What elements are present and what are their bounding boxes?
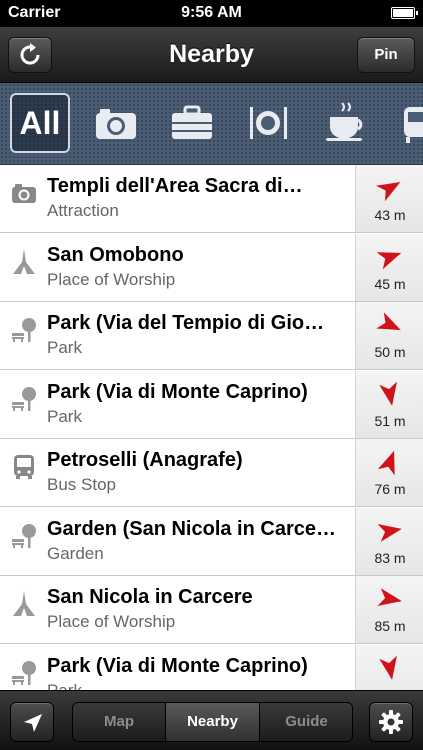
coffee-cup-icon — [326, 102, 363, 141]
place-title: Templi dell'Area Sacra di… — [47, 175, 303, 197]
list-item[interactable]: Park (Via di Monte Caprino) Park — [0, 644, 423, 691]
gear-icon — [379, 710, 403, 734]
distance-label: 50 m — [374, 344, 406, 360]
distance-label: 76 m — [374, 481, 406, 497]
direction-arrow-icon — [377, 450, 395, 476]
settings-button[interactable] — [369, 702, 413, 742]
bottom-toolbar: Map Nearby Guide — [0, 690, 423, 750]
battery-icon — [391, 7, 418, 19]
place-title: Garden (San Nicola in Carce… — [47, 517, 336, 540]
place-title: San Omobono — [47, 243, 184, 266]
place-category: Attraction — [47, 201, 119, 220]
distance-cell: 50 m — [355, 302, 423, 369]
place-category: Park — [47, 338, 82, 357]
camera-icon — [10, 179, 38, 207]
category-accommodation-button[interactable] — [162, 93, 222, 153]
distance-label: 83 m — [374, 549, 406, 566]
place-title: Petroselli (Anagrafe) — [47, 449, 243, 471]
category-filter-bar: All — [0, 83, 423, 165]
direction-arrow-icon — [376, 312, 401, 331]
place-category: Garden — [47, 543, 104, 563]
list-item[interactable]: Park (Via di Monte Caprino) Park 51 m — [0, 370, 423, 439]
navigation-bar: Nearby Pin — [0, 27, 423, 83]
distance-label: 43 m — [374, 207, 406, 223]
current-location-button[interactable] — [10, 702, 54, 742]
distance-label: 51 m — [374, 412, 406, 429]
tab-map[interactable]: Map — [73, 703, 166, 741]
direction-arrow-icon — [376, 251, 402, 269]
park-bench-tree-icon — [10, 522, 38, 550]
list-item[interactable]: Templi dell'Area Sacra di… Attraction 43 m — [0, 165, 423, 233]
bus-icon — [10, 453, 38, 481]
park-bench-tree-icon — [10, 316, 38, 344]
park-bench-tree-icon — [10, 385, 38, 413]
location-arrow-icon — [24, 714, 42, 732]
camera-icon — [96, 109, 136, 139]
category-cafe-button[interactable] — [316, 93, 376, 153]
place-category: Park — [47, 680, 82, 691]
place-category: Park — [47, 406, 82, 426]
list-item[interactable]: Petroselli (Anagrafe) Bus Stop 76 m — [0, 439, 423, 507]
place-category: Place of Worship — [47, 269, 176, 289]
tab-nearby[interactable]: Nearby — [166, 703, 260, 741]
distance-label: 45 m — [374, 275, 406, 292]
pin-button[interactable]: Pin — [357, 37, 415, 73]
plate-cutlery-icon — [250, 107, 287, 139]
direction-arrow-icon — [379, 381, 397, 406]
spire-icon — [10, 248, 38, 276]
direction-arrow-icon — [377, 523, 402, 542]
briefcase-icon — [172, 105, 212, 139]
distance-cell: 43 m — [355, 165, 423, 232]
list-item[interactable]: San Nicola in Carcere Place of Worship 85 … — [0, 576, 423, 644]
tab-guide[interactable]: Guide — [260, 703, 352, 741]
direction-arrow-icon — [379, 655, 397, 680]
distance-cell: 85 m — [355, 576, 423, 643]
category-attractions-button[interactable] — [86, 93, 146, 153]
direction-arrow-icon — [377, 588, 402, 606]
distance-cell: 45 m — [355, 233, 423, 301]
direction-arrow-icon — [375, 182, 401, 202]
category-food-button[interactable] — [238, 93, 298, 153]
place-category: Place of Worship — [47, 612, 176, 631]
place-category: Bus Stop — [47, 475, 116, 494]
category-all-button[interactable]: All — [10, 93, 70, 153]
category-transport-button[interactable] — [394, 93, 423, 153]
status-time: 9:56 AM — [181, 4, 242, 21]
distance-cell: 76 m — [355, 439, 423, 506]
place-title: Park (Via del Tempio di Gio… — [47, 312, 325, 334]
list-item[interactable]: Park (Via del Tempio di Gio… Park 50 m — [0, 302, 423, 370]
park-bench-tree-icon — [10, 659, 38, 687]
list-item[interactable]: San Omobono Place of Worship 45 m — [0, 233, 423, 302]
nearby-list[interactable]: Templi dell'Area Sacra di… Attraction 43 m… — [0, 165, 423, 690]
place-title: San Nicola in Carcere — [47, 586, 253, 608]
distance-cell: 83 m — [355, 507, 423, 575]
view-segmented-control: Map Nearby Guide — [72, 702, 353, 742]
spire-icon — [10, 590, 38, 618]
distance-label: 85 m — [374, 618, 406, 634]
status-bar: Carrier 9:56 AM — [0, 0, 423, 27]
train-icon — [404, 107, 423, 143]
place-title: Park (Via di Monte Caprino) — [47, 380, 308, 403]
place-title: Park (Via di Monte Caprino) — [47, 654, 308, 677]
list-item[interactable]: Garden (San Nicola in Carce… Garden 83 m — [0, 507, 423, 576]
distance-cell: 51 m — [355, 370, 423, 438]
distance-cell — [355, 644, 423, 690]
